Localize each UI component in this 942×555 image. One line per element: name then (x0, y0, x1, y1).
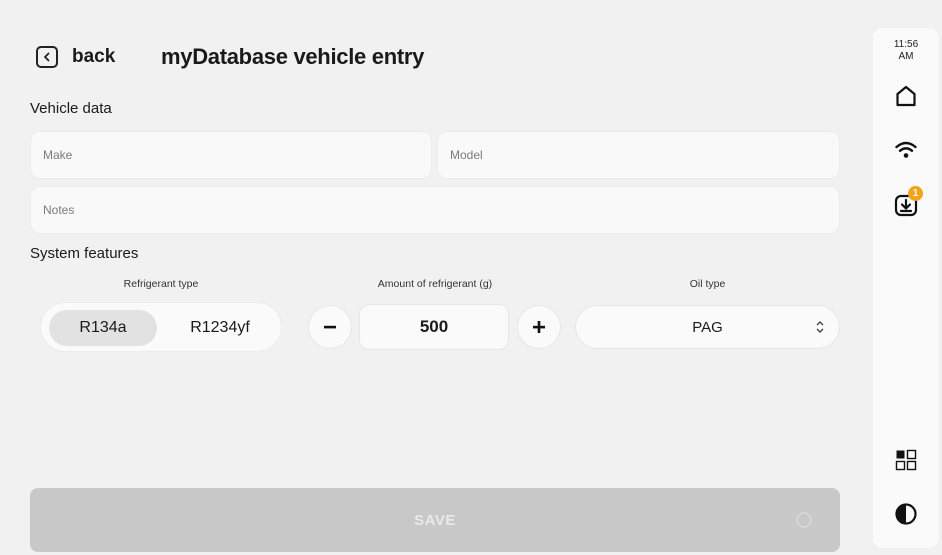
refrigerant-option-r134a[interactable]: R134a (49, 310, 157, 346)
main-panel: back myDatabase vehicle entry Vehicle da… (0, 0, 870, 555)
chevron-left-icon (36, 46, 58, 68)
clock-time: 11:56 (893, 39, 919, 50)
model-input[interactable] (450, 132, 839, 178)
refrigerant-option-r1234yf[interactable]: R1234yf (165, 310, 275, 346)
model-field[interactable] (437, 131, 840, 179)
oil-type-value: PAG (692, 318, 723, 336)
apps-grid-icon[interactable] (892, 446, 920, 474)
status-rail: 11:56 AM 1 (873, 28, 939, 548)
amount-label: Amount of refrigerant (g) (377, 278, 493, 290)
amount-value[interactable]: 500 (359, 304, 509, 350)
make-field[interactable] (30, 131, 432, 179)
wifi-icon[interactable] (892, 136, 920, 164)
vehicle-data-heading: Vehicle data (30, 100, 112, 117)
oil-type-select[interactable]: PAG (575, 305, 840, 349)
download-badge: 1 (908, 186, 923, 201)
system-features-heading: System features (30, 245, 139, 262)
plus-icon (533, 321, 545, 333)
notes-field[interactable] (30, 186, 840, 234)
refrigerant-type-label: Refrigerant type (123, 278, 199, 290)
loading-spinner-icon (796, 512, 812, 528)
back-label: back (72, 46, 116, 67)
save-label: SAVE (414, 511, 456, 529)
notes-input[interactable] (43, 187, 839, 233)
contrast-icon[interactable] (892, 500, 920, 528)
oil-type-label: Oil type (689, 278, 726, 290)
increase-amount-button[interactable] (517, 305, 561, 349)
refrigerant-type-toggle: R134a R1234yf (40, 302, 282, 352)
make-input[interactable] (43, 132, 431, 178)
minus-icon (324, 325, 336, 329)
save-button[interactable]: SAVE (30, 488, 840, 552)
back-button[interactable]: back (36, 46, 115, 68)
decrease-amount-button[interactable] (308, 305, 352, 349)
up-down-chevron-icon (816, 321, 824, 333)
page-title: myDatabase vehicle entry (161, 44, 425, 69)
home-icon[interactable] (892, 82, 920, 110)
clock: 11:56 AM (873, 39, 939, 63)
clock-ampm: AM (898, 51, 914, 62)
